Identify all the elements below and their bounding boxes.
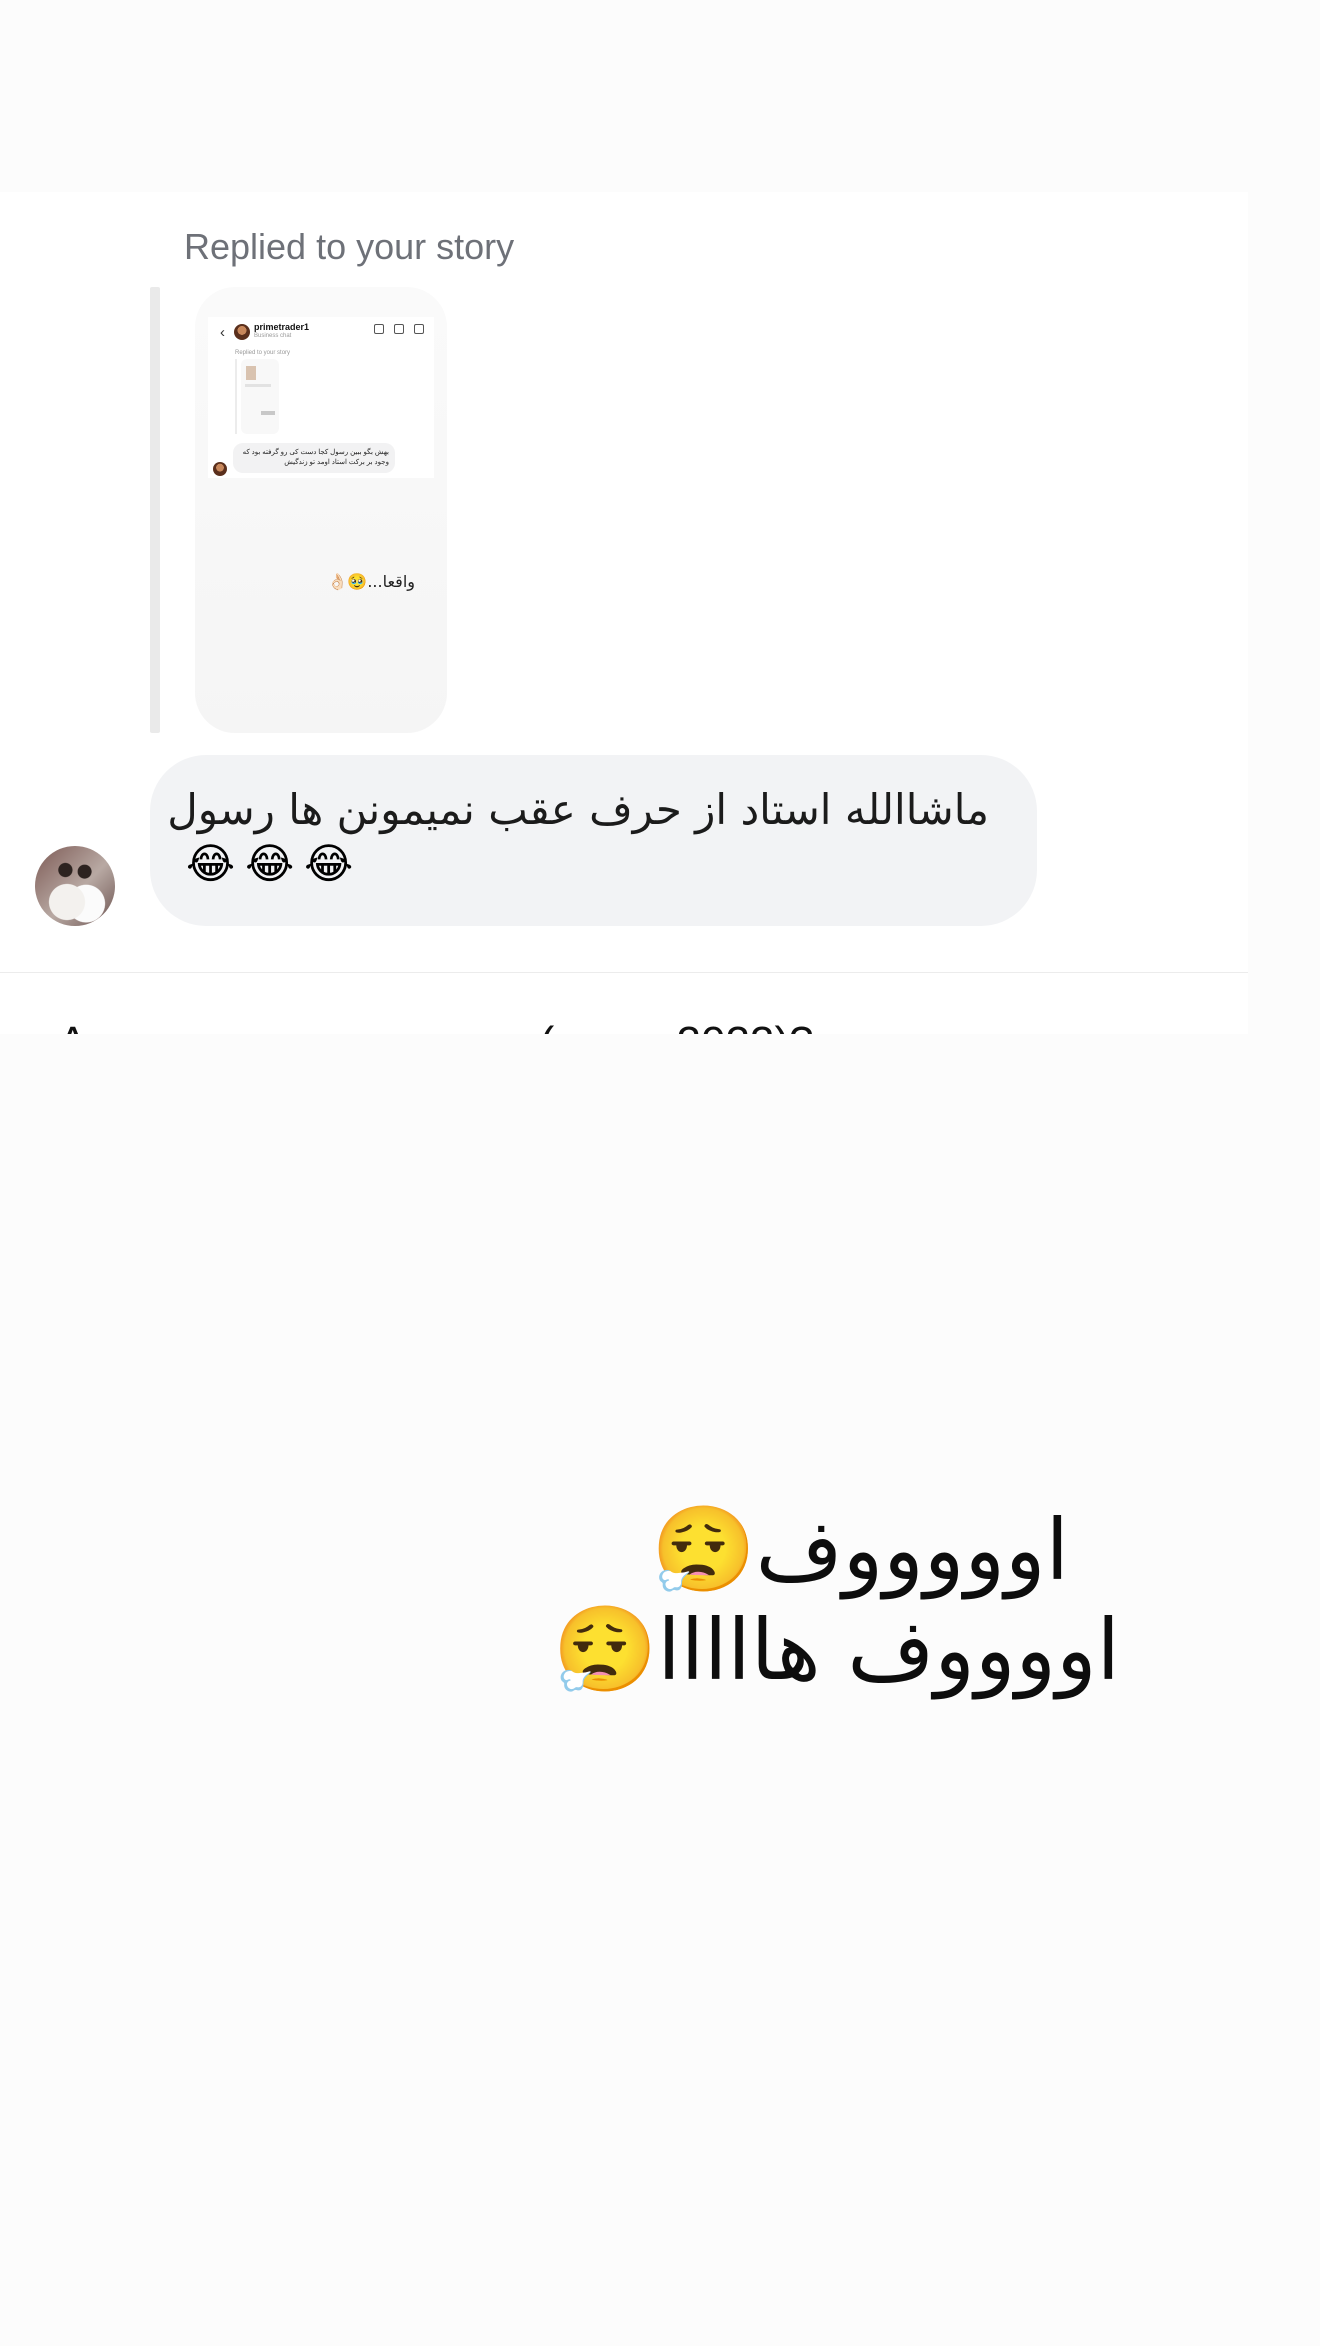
story-replied-label: Replied to your story (235, 350, 291, 356)
overlay-text-line-2: اووووف هااااا😮‍💨 (552, 1601, 1120, 1699)
tag-icon (414, 324, 424, 334)
story-caption: واقعا...🥹👌🏻 (327, 572, 415, 591)
reply-indicator-bar (150, 287, 160, 733)
screen: { "reply_card": { "label": "Replied to y… (0, 0, 1320, 2346)
avatar (234, 324, 250, 340)
phone-icon (374, 324, 384, 334)
reply-card: Replied to your story ‹ primetrader1 Bus… (0, 192, 1248, 1034)
story-screenshot: ‹ primetrader1 Business chat Replied to … (208, 317, 434, 478)
story-thumbnail[interactable]: ‹ primetrader1 Business chat Replied to … (195, 287, 447, 733)
replied-label: Replied to your story (184, 226, 515, 267)
sender-avatar[interactable] (35, 846, 115, 926)
message-bubble[interactable]: ماشاالله استاد از حرف عقب نمیمونن ها رسو… (150, 755, 1037, 926)
divider (0, 972, 1248, 973)
story-reply-bar (235, 359, 237, 434)
message-emoji: 😂😂😂 (186, 839, 364, 888)
overlay-text-line-1: اوووووف😮‍💨 (651, 1501, 1069, 1599)
story-message-bubble: بهش بگو ببین رسول کجا دست کی رو گرفته بو… (233, 443, 395, 473)
message-text: ماشاالله استاد از حرف عقب نمیمونن ها رسو… (167, 785, 989, 834)
back-icon: ‹ (220, 324, 225, 341)
video-icon (394, 324, 404, 334)
story-mini-thumbnail (241, 359, 279, 434)
overlay-text: اوووووف😮‍💨 اووووف هااااا😮‍💨 (552, 1500, 1120, 1700)
avatar (213, 462, 227, 476)
cut-off-text: A... ...... ....... ..... ...... .....(.… (58, 1018, 814, 1034)
story-header-icons (374, 324, 424, 334)
story-header-sub: Business chat (254, 333, 292, 339)
story-header-name: primetrader1 (254, 322, 310, 332)
